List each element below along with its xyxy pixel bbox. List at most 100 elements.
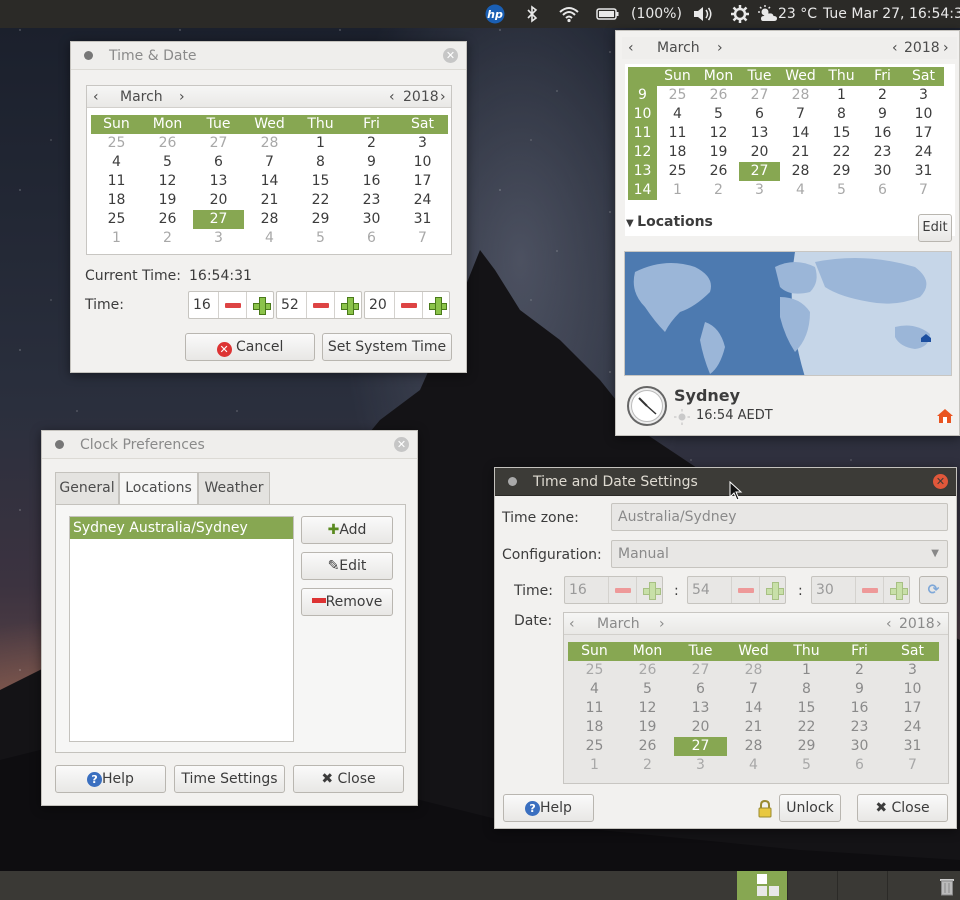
day-cell[interactable]: 7 (397, 229, 448, 248)
day-cell[interactable]: 27 (193, 210, 244, 229)
day-cell[interactable]: 13 (739, 124, 780, 143)
day-cell[interactable]: 26 (142, 210, 193, 229)
minute-spinner[interactable]: 52 (276, 291, 362, 319)
hour-spinner[interactable]: 16 (188, 291, 274, 319)
day-cell[interactable]: 25 (657, 86, 698, 105)
workspace-3[interactable] (837, 871, 887, 900)
next-month-icon[interactable]: › (659, 613, 665, 635)
second-value[interactable]: 20 (369, 292, 387, 318)
day-cell[interactable]: 18 (657, 143, 698, 162)
day-cell[interactable]: 21 (780, 143, 821, 162)
day-cell[interactable]: 2 (698, 181, 739, 200)
plus-icon[interactable] (246, 292, 274, 318)
help-button[interactable]: ? Help (503, 794, 594, 822)
hour-value[interactable]: 16 (193, 292, 211, 318)
prev-year-icon[interactable]: ‹ (389, 86, 395, 108)
window-menu-icon[interactable] (55, 440, 64, 449)
day-cell[interactable]: 3 (193, 229, 244, 248)
hp-icon[interactable]: hp (484, 4, 506, 24)
day-cell[interactable]: 19 (698, 143, 739, 162)
close-icon[interactable]: ✕ (394, 437, 409, 452)
day-cell[interactable]: 4 (780, 181, 821, 200)
day-cell[interactable]: 7 (244, 153, 295, 172)
day-cell[interactable]: 12 (698, 124, 739, 143)
gear-icon[interactable] (731, 5, 749, 23)
world-map[interactable] (624, 251, 952, 376)
edit-location-button[interactable]: ✎Edit (301, 552, 393, 580)
second-spinner[interactable]: 20 (364, 291, 450, 319)
day-cell[interactable]: 12 (142, 172, 193, 191)
day-cell[interactable]: 31 (903, 162, 944, 181)
minus-icon[interactable] (608, 577, 636, 603)
tab-general[interactable]: General (55, 472, 119, 504)
day-cell[interactable]: 8 (295, 153, 346, 172)
day-cell[interactable]: 1 (295, 134, 346, 153)
home-icon[interactable] (936, 408, 954, 428)
day-cell[interactable]: 11 (91, 172, 142, 191)
day-cell[interactable]: 13 (193, 172, 244, 191)
day-cell[interactable]: 28 (244, 134, 295, 153)
window-menu-icon[interactable] (508, 477, 517, 486)
hour-spinner[interactable]: 16 (564, 576, 663, 604)
day-cell[interactable]: 3 (739, 181, 780, 200)
prev-year-icon[interactable]: ‹ (892, 37, 898, 59)
clock-preferences-titlebar[interactable]: Clock Preferences ✕ (42, 431, 417, 459)
minute-value[interactable]: 54 (692, 577, 710, 603)
configuration-select[interactable]: Manual ▼ (611, 540, 948, 568)
day-cell[interactable]: 2 (862, 86, 903, 105)
workspace-4[interactable] (887, 871, 932, 900)
day-cell[interactable]: 4 (91, 153, 142, 172)
day-cell[interactable]: 6 (193, 153, 244, 172)
prev-year-icon[interactable]: ‹ (886, 613, 892, 635)
locations-expander[interactable]: ▼ Locations (626, 214, 713, 230)
day-cell[interactable]: 22 (821, 143, 862, 162)
day-cell[interactable]: 3 (397, 134, 448, 153)
day-cell[interactable]: 22 (295, 191, 346, 210)
day-cell[interactable]: 30 (862, 162, 903, 181)
plus-icon[interactable] (422, 292, 450, 318)
day-cell[interactable]: 29 (295, 210, 346, 229)
minus-icon[interactable] (855, 577, 883, 603)
clock-datetime[interactable]: Tue Mar 27, 16:54:31 (823, 5, 960, 23)
day-cell[interactable]: 10 (903, 105, 944, 124)
day-cell[interactable]: 18 (91, 191, 142, 210)
day-cell[interactable]: 5 (142, 153, 193, 172)
day-cell[interactable]: 9 (346, 153, 397, 172)
day-cell[interactable]: 1 (91, 229, 142, 248)
tab-locations[interactable]: Locations (119, 472, 198, 505)
day-cell[interactable]: 21 (244, 191, 295, 210)
day-cell[interactable]: 8 (821, 105, 862, 124)
day-cell[interactable]: 27 (739, 86, 780, 105)
day-cell[interactable]: 28 (780, 86, 821, 105)
minute-value[interactable]: 52 (281, 292, 299, 318)
day-cell[interactable]: 28 (780, 162, 821, 181)
day-cell[interactable]: 25 (91, 134, 142, 153)
close-button[interactable]: ✖ Close (293, 765, 404, 793)
day-cell[interactable]: 25 (91, 210, 142, 229)
close-icon[interactable]: ✕ (443, 48, 458, 63)
add-location-button[interactable]: ✚Add (301, 516, 393, 544)
bluetooth-icon[interactable] (526, 5, 538, 23)
day-cell[interactable]: 16 (862, 124, 903, 143)
prev-month-icon[interactable]: ‹ (569, 613, 575, 635)
day-cell[interactable]: 15 (821, 124, 862, 143)
next-year-icon[interactable]: › (943, 37, 949, 59)
day-cell[interactable]: 23 (346, 191, 397, 210)
wifi-icon[interactable] (558, 5, 580, 23)
refresh-button[interactable]: ⟳ (919, 576, 948, 604)
day-cell[interactable]: 29 (821, 162, 862, 181)
minus-icon[interactable] (306, 292, 334, 318)
timezone-field[interactable]: Australia/Sydney (611, 503, 948, 531)
day-cell[interactable]: 3 (903, 86, 944, 105)
day-cell[interactable]: 2 (142, 229, 193, 248)
day-cell[interactable]: 17 (903, 124, 944, 143)
next-year-icon[interactable]: › (440, 86, 446, 108)
remove-location-button[interactable]: Remove (301, 588, 393, 616)
workspace-2[interactable] (787, 871, 837, 900)
day-cell[interactable]: 24 (397, 191, 448, 210)
tab-weather[interactable]: Weather (198, 472, 270, 504)
day-cell[interactable]: 20 (739, 143, 780, 162)
close-button[interactable]: ✖ Close (857, 794, 948, 822)
close-icon[interactable]: ✕ (933, 474, 948, 489)
day-cell[interactable]: 16 (346, 172, 397, 191)
